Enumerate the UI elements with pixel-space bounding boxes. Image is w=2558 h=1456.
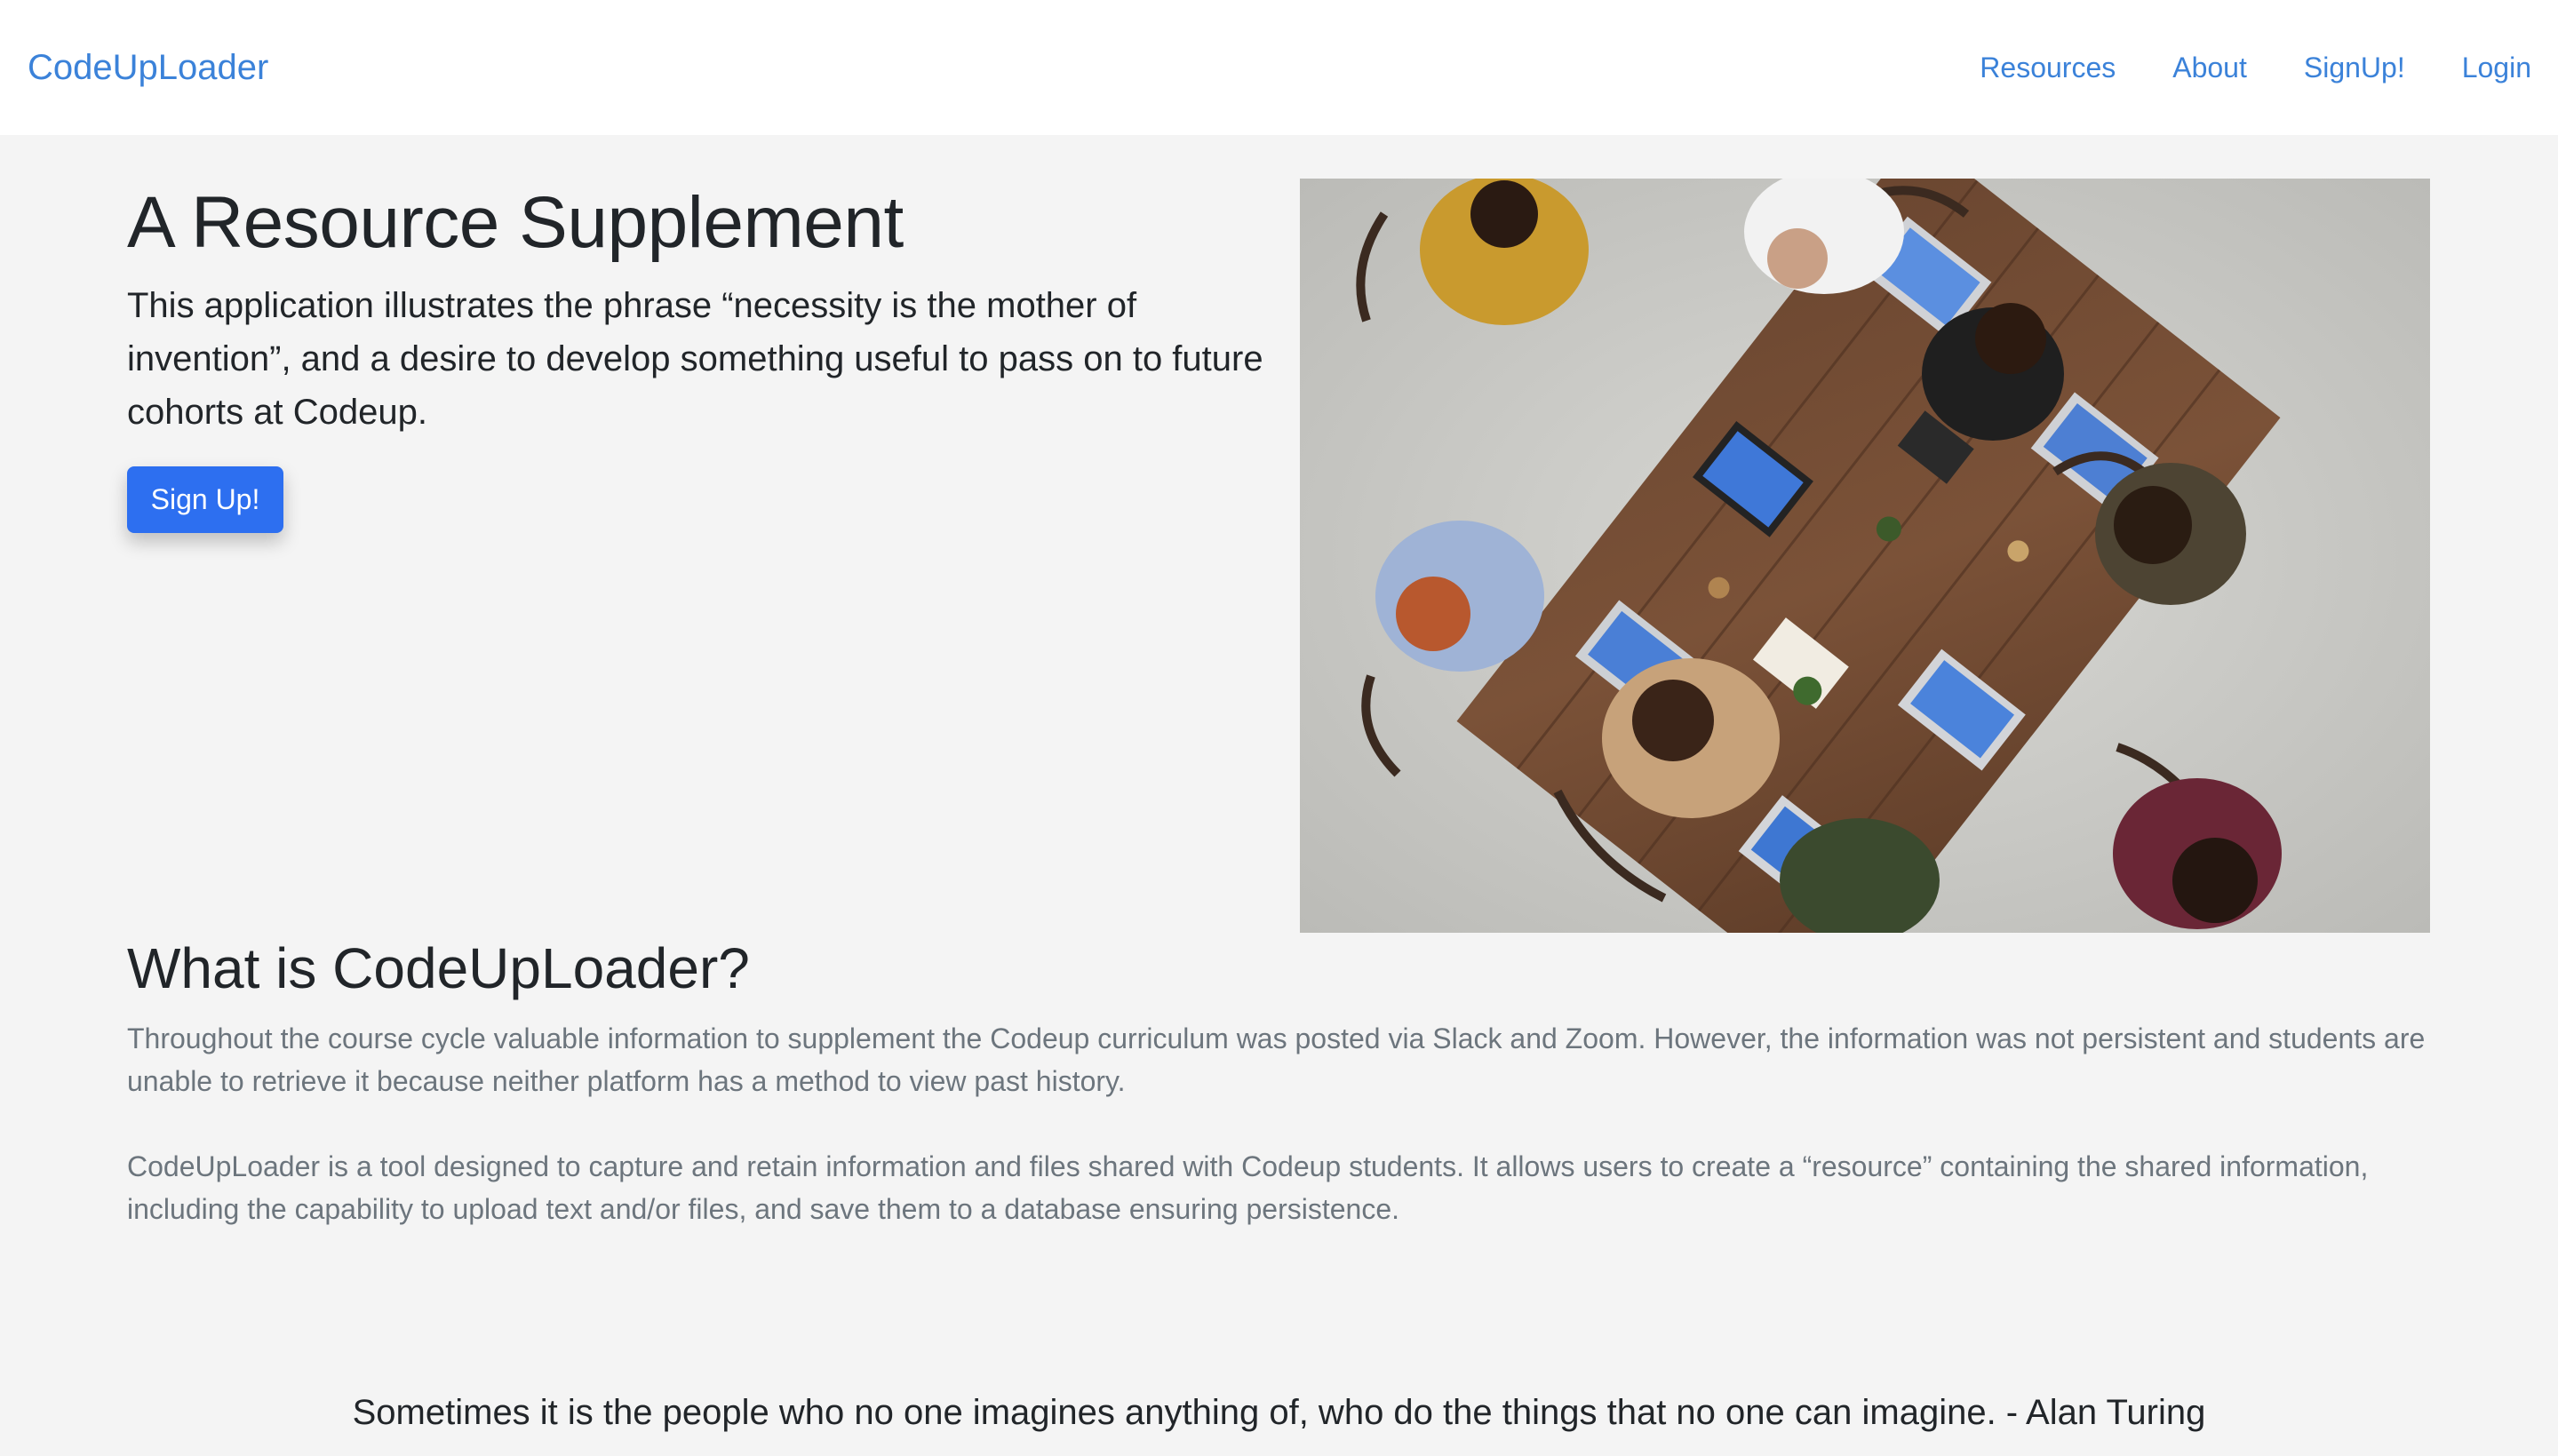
hero-image <box>1300 179 2430 933</box>
signup-button[interactable]: Sign Up! <box>127 466 283 533</box>
nav-link-resources[interactable]: Resources <box>1980 48 2116 87</box>
nav-link-login[interactable]: Login <box>2462 48 2531 87</box>
nav-links: Resources About SignUp! Login <box>1980 48 2531 87</box>
nav-link-about[interactable]: About <box>2172 48 2247 87</box>
navbar: CodeUpLoader Resources About SignUp! Log… <box>0 0 2558 135</box>
quote: Sometimes it is the people who no one im… <box>352 1393 2206 1432</box>
hero-title: A Resource Supplement <box>127 182 904 263</box>
section-title: What is CodeUpLoader? <box>127 936 750 1000</box>
brand-link[interactable]: CodeUpLoader <box>28 44 268 91</box>
about-paragraph: CodeUpLoader is a tool designed to captu… <box>127 1150 2369 1225</box>
hero-lead: This application illustrates the phrase … <box>127 286 1263 432</box>
team-meeting-photo <box>1300 179 2430 933</box>
about-paragraph: Throughout the course cycle valuable inf… <box>127 1022 2426 1097</box>
nav-link-signup[interactable]: SignUp! <box>2304 48 2405 87</box>
